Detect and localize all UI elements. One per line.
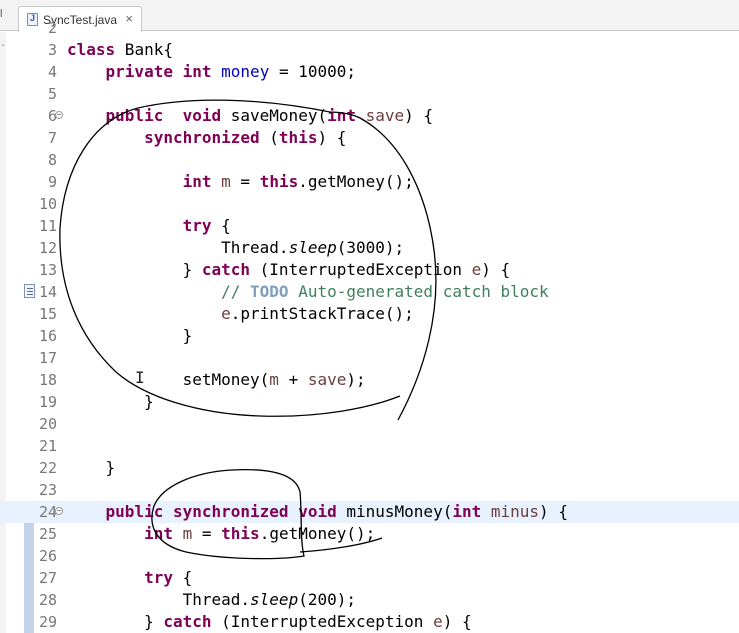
- code-line: 17: [0, 347, 739, 369]
- code-line: 9 int m = this.getMoney();: [0, 171, 739, 193]
- code-line: 13 } catch (InterruptedException e) {: [0, 259, 739, 281]
- code-line: 12 Thread.sleep(3000);: [0, 237, 739, 259]
- code-text[interactable]: } catch (InterruptedException e) {: [67, 259, 511, 281]
- code-text[interactable]: try {: [67, 567, 192, 589]
- code-text[interactable]: }: [67, 325, 193, 347]
- line-number: 26: [38, 547, 57, 565]
- code-line: 14 // TODO Auto-generated catch block: [0, 281, 739, 303]
- code-line: 28 Thread.sleep(200);: [0, 589, 739, 611]
- code-editor[interactable]: 2 3 class Bank{ 4 private int money = 100…: [0, 19, 739, 633]
- code-line: 3 class Bank{: [0, 39, 739, 61]
- current-code-line: 24− public synchronized void minusMoney(…: [0, 501, 739, 523]
- code-text[interactable]: }: [67, 457, 116, 479]
- code-line: 11 try {: [0, 215, 739, 237]
- line-number: 18: [38, 371, 57, 389]
- code-line: 6− public void saveMoney(int save) {: [0, 105, 739, 127]
- line-number: 29: [38, 613, 57, 631]
- line-number: 9: [47, 173, 57, 191]
- line-number: 12: [38, 239, 57, 257]
- code-line: 19 }: [0, 391, 739, 413]
- code-line: 21: [0, 435, 739, 457]
- code-text[interactable]: }: [67, 391, 154, 413]
- code-text[interactable]: // TODO Auto-generated catch block: [67, 281, 549, 303]
- line-number: 24: [38, 503, 57, 521]
- line-number: 10: [38, 195, 57, 213]
- code-line: 20: [0, 413, 739, 435]
- code-line: 7 synchronized (this) {: [0, 127, 739, 149]
- code-line: 29 } catch (InterruptedException e) {: [0, 611, 739, 633]
- text-cursor-icon: I: [135, 368, 145, 387]
- line-number: 7: [47, 129, 57, 147]
- line-number: 19: [38, 393, 57, 411]
- code-line: 23: [0, 479, 739, 501]
- code-text[interactable]: private int money = 10000;: [67, 61, 357, 83]
- line-number: 3: [47, 41, 57, 59]
- code-text[interactable]: int m = this.getMoney();: [67, 171, 414, 193]
- fold-collapse-icon[interactable]: −: [55, 507, 63, 515]
- line-number: 21: [38, 437, 57, 455]
- line-number: 2: [47, 19, 57, 37]
- code-text[interactable]: class Bank{: [67, 39, 173, 61]
- line-number: 16: [38, 327, 57, 345]
- code-line: 27 try {: [0, 567, 739, 589]
- code-line: 4 private int money = 10000;: [0, 61, 739, 83]
- line-number: 25: [38, 525, 57, 543]
- line-number: 5: [47, 85, 57, 103]
- line-number: 17: [38, 349, 57, 367]
- line-number: 28: [38, 591, 57, 609]
- code-text[interactable]: Thread.sleep(3000);: [67, 237, 404, 259]
- code-line: 18 setMoney(m + save);: [0, 369, 739, 391]
- code-line: 22 }: [0, 457, 739, 479]
- line-number: 20: [38, 415, 57, 433]
- line-number: 22: [38, 459, 57, 477]
- code-line: 5: [0, 83, 739, 105]
- line-number: 11: [38, 217, 57, 235]
- code-text[interactable]: int m = this.getMoney();: [67, 523, 375, 545]
- code-line: 2: [0, 17, 739, 39]
- code-line: 8: [0, 149, 739, 171]
- line-number: 15: [38, 305, 57, 323]
- code-text[interactable]: try {: [67, 215, 231, 237]
- line-number: 14: [38, 283, 57, 301]
- code-line: 10: [0, 193, 739, 215]
- code-line: 25 int m = this.getMoney();: [0, 523, 739, 545]
- code-text[interactable]: synchronized (this) {: [67, 127, 346, 149]
- line-number: 4: [47, 63, 57, 81]
- line-number: 8: [47, 151, 57, 169]
- line-number: 13: [38, 261, 57, 279]
- code-text[interactable]: } catch (InterruptedException e) {: [67, 611, 472, 633]
- code-text[interactable]: Thread.sleep(200);: [67, 589, 356, 611]
- code-line: 15 e.printStackTrace();: [0, 303, 739, 325]
- code-text[interactable]: public synchronized void minusMoney(int …: [67, 501, 568, 523]
- code-line: 26: [0, 545, 739, 567]
- code-text[interactable]: public void saveMoney(int save) {: [67, 105, 434, 127]
- line-number: 23: [38, 481, 57, 499]
- code-line: 16 }: [0, 325, 739, 347]
- line-number: 27: [38, 569, 57, 587]
- line-number: 6: [47, 107, 57, 125]
- fold-collapse-icon[interactable]: −: [55, 111, 63, 119]
- code-text[interactable]: setMoney(m + save);: [67, 369, 366, 391]
- code-text[interactable]: e.printStackTrace();: [67, 303, 414, 325]
